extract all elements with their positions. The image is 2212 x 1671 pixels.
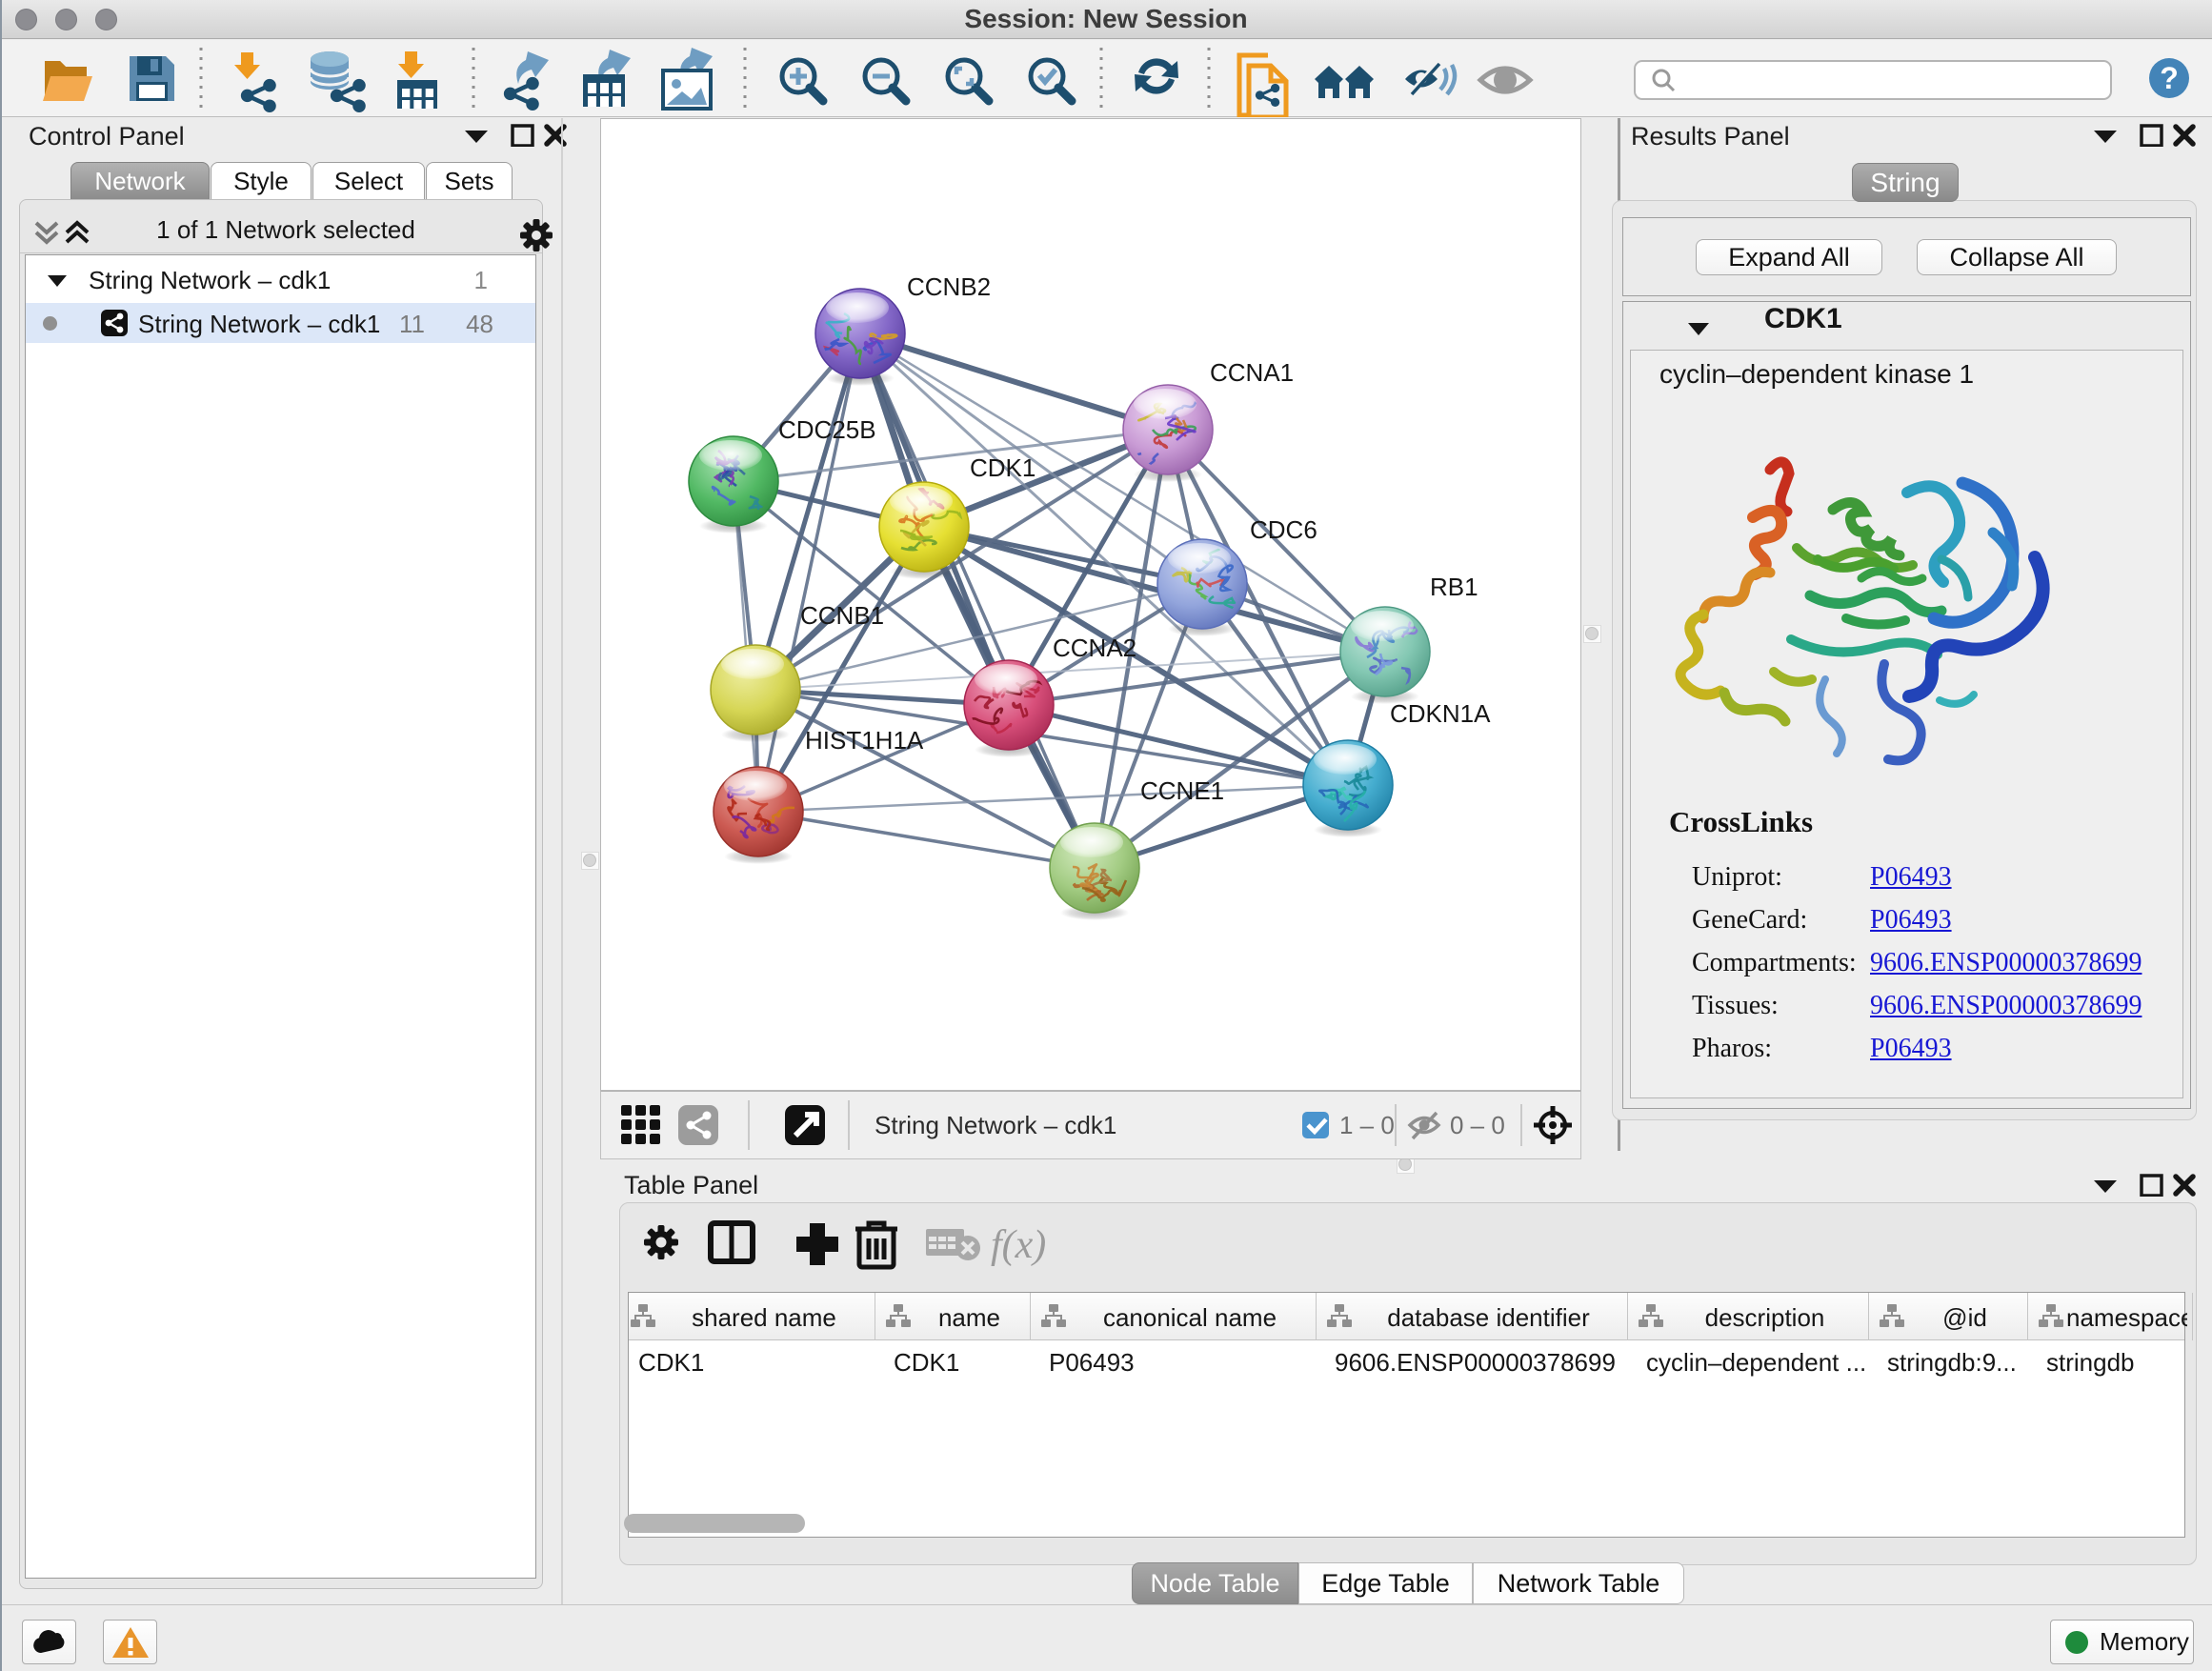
svg-text:CCNB2: CCNB2: [907, 272, 991, 301]
svg-text:f(x): f(x): [991, 1223, 1046, 1267]
svg-text:1 – 0: 1 – 0: [1339, 1111, 1395, 1139]
svg-text:HIST1H1A: HIST1H1A: [805, 726, 924, 755]
svg-text:CCNE1: CCNE1: [1140, 776, 1224, 805]
svg-text:0 – 0: 0 – 0: [1450, 1111, 1505, 1139]
svg-text:CDC25B: CDC25B: [778, 415, 876, 444]
svg-text:?: ?: [2160, 61, 2179, 95]
svg-text:CDKN1A: CDKN1A: [1390, 699, 1491, 728]
svg-text:CCNA2: CCNA2: [1053, 634, 1136, 662]
svg-text:RB1: RB1: [1430, 573, 1478, 601]
svg-text:CDK1: CDK1: [970, 453, 1036, 482]
svg-text:CCNB1: CCNB1: [800, 601, 884, 630]
svg-text:CDC6: CDC6: [1250, 515, 1317, 544]
svg-text:CCNA1: CCNA1: [1210, 358, 1294, 387]
svg-text:String Network – cdk1: String Network – cdk1: [875, 1111, 1116, 1139]
